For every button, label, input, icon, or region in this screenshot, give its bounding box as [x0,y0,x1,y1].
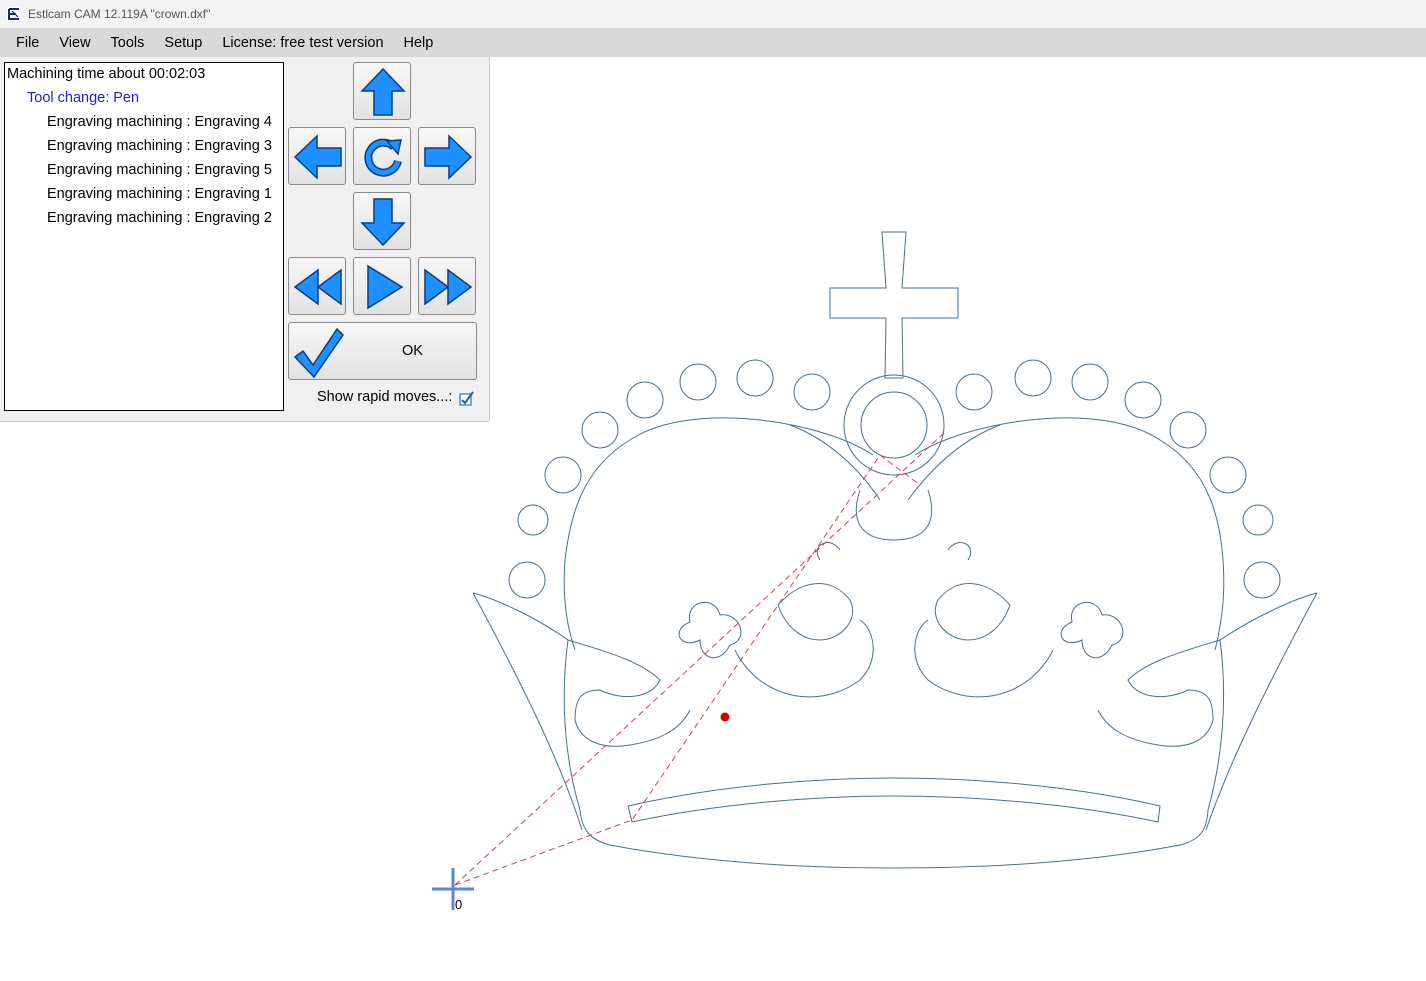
arrow-left-icon [293,134,342,180]
play-icon [367,264,404,310]
menu-bar: File View Tools Setup License: free test… [0,28,1426,57]
menu-file[interactable]: File [0,35,49,51]
list-item[interactable]: Engraving machining : Engraving 3 [47,138,272,154]
rewind-icon [293,268,342,306]
move-up-button[interactable] [353,62,411,120]
menu-tools[interactable]: Tools [101,35,155,51]
ok-button[interactable]: OK [288,322,477,380]
rapid-moves [454,431,946,886]
arrow-right-icon [424,134,473,180]
fast-forward-button[interactable] [418,257,476,315]
rewind-button[interactable] [288,257,346,315]
menu-help[interactable]: Help [394,35,444,51]
rotate-icon [364,138,402,177]
menu-setup[interactable]: Setup [154,35,212,51]
operation-list[interactable]: Machining time about 00:02:03 Tool chang… [4,62,284,411]
move-down-button[interactable] [353,192,411,250]
origin-label: 0 [455,897,462,912]
show-rapid-moves-checkbox[interactable] [459,391,474,406]
window-title: Estlcam CAM 12.119A "crown.dxf" [28,7,211,21]
move-right-button[interactable] [418,127,476,185]
app-logo-icon [7,7,21,21]
tool-change-item[interactable]: Tool change: Pen [27,90,139,106]
menu-license[interactable]: License: free test version [212,35,393,51]
list-item[interactable]: Engraving machining : Engraving 4 [47,114,272,130]
arrow-down-icon [360,198,406,247]
machining-time-summary[interactable]: Machining time about 00:02:03 [7,66,205,82]
list-item[interactable]: Engraving machining : Engraving 1 [47,186,272,202]
crown-outline [472,231,1318,869]
play-button[interactable] [353,257,411,315]
move-left-button[interactable] [288,127,346,185]
arrow-up-icon [360,67,406,116]
checkmark-icon [293,327,344,379]
list-item[interactable]: Engraving machining : Engraving 2 [47,210,272,226]
machining-panel: Machining time about 00:02:03 Tool chang… [0,57,490,422]
tool-position-marker [720,712,730,722]
ok-label: OK [402,343,423,359]
show-rapid-moves-label: Show rapid moves...: [317,389,453,405]
origin-marker-icon [432,868,474,910]
rotate-button[interactable] [353,127,411,185]
list-item[interactable]: Engraving machining : Engraving 5 [47,162,272,178]
title-bar: Estlcam CAM 12.119A "crown.dxf" [0,0,1426,28]
menu-view[interactable]: View [49,35,100,51]
fast-forward-icon [424,268,473,306]
